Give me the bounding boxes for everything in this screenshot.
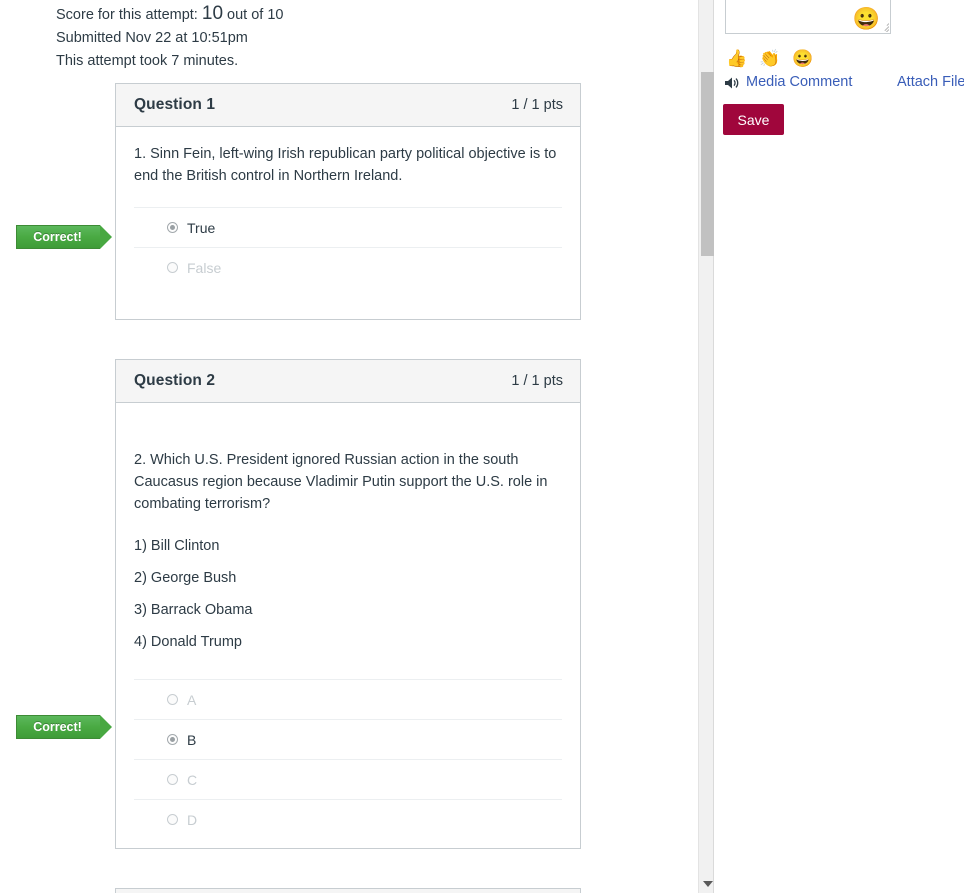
score-prefix: Score for this attempt: xyxy=(56,7,198,23)
radio-button-icon[interactable] xyxy=(167,774,178,785)
answer-label: True xyxy=(187,219,216,236)
radio-button-icon[interactable] xyxy=(167,734,178,745)
question-header: Question 1 1 / 1 pts xyxy=(116,84,580,127)
question-header xyxy=(116,889,580,893)
question-points: 1 / 1 pts xyxy=(511,373,563,389)
correct-badge: Correct! xyxy=(16,715,112,739)
radio-button-icon[interactable] xyxy=(167,262,178,273)
radio-button-icon[interactable] xyxy=(167,694,178,705)
choice-line: 1) Bill Clinton xyxy=(134,538,220,554)
quiz-scrollbar[interactable] xyxy=(698,0,714,893)
thumbs-up-emoji-icon[interactable]: 👍 xyxy=(726,50,747,67)
correct-badge-body: Correct! xyxy=(16,715,100,739)
answer-label: C xyxy=(187,771,198,788)
score-value: 10 xyxy=(201,3,224,24)
answer-option[interactable]: A xyxy=(134,679,562,719)
question-title: Question 1 xyxy=(134,96,216,113)
correct-badge-arrow-icon xyxy=(100,715,112,739)
answer-label: D xyxy=(187,811,198,828)
answer-label: False xyxy=(187,259,222,276)
answer-option[interactable]: D xyxy=(134,799,562,839)
answer-list: A B C D xyxy=(134,679,562,839)
grin-emoji-icon: 😀 xyxy=(852,6,880,31)
clap-emoji-icon[interactable]: 👏 xyxy=(759,50,780,67)
media-comment-link[interactable]: Media Comment xyxy=(746,74,852,90)
scroll-down-arrow-icon[interactable] xyxy=(703,881,713,887)
question-text: 2. Which U.S. President ignored Russian … xyxy=(134,452,548,512)
save-button[interactable]: Save xyxy=(723,104,784,135)
answer-option[interactable]: C xyxy=(134,759,562,799)
correct-badge-body: Correct! xyxy=(16,225,100,249)
answer-label: B xyxy=(187,731,197,748)
correct-badge-label: Correct! xyxy=(33,720,82,734)
question-title: Question 2 xyxy=(134,372,216,389)
question-text: 1. Sinn Fein, left-wing Irish republican… xyxy=(134,146,557,184)
comment-pane: 😀 👍 👏 😀 Media Comment Attach File Save xyxy=(716,0,964,893)
choice-line: 3) Barrack Obama xyxy=(134,602,253,618)
duration-line: This attempt took 7 minutes. xyxy=(56,53,239,69)
media-attachment-row: Media Comment Attach File xyxy=(724,74,964,94)
question-header: Question 2 1 / 1 pts xyxy=(116,360,580,403)
radio-button-icon[interactable] xyxy=(167,814,178,825)
choice-line: 2) George Bush xyxy=(134,570,237,586)
quiz-results-pane: Score for this attempt: 10 out of 10 Sub… xyxy=(0,0,700,893)
correct-badge: Correct! xyxy=(16,225,112,249)
score-line: Score for this attempt: 10 out of 10 xyxy=(56,4,616,27)
attach-file-link[interactable]: Attach File xyxy=(897,74,964,90)
emoji-reaction-row: 👍 👏 😀 xyxy=(726,50,814,67)
speaker-icon xyxy=(725,77,739,89)
textarea-resize-grip[interactable] xyxy=(878,21,889,32)
answer-option[interactable]: B xyxy=(134,719,562,759)
answer-option[interactable]: True xyxy=(134,207,562,247)
attempt-summary: Score for this attempt: 10 out of 10 Sub… xyxy=(56,4,616,73)
question-box: Question 1 1 / 1 pts 1. Sinn Fein, left-… xyxy=(115,83,581,320)
correct-badge-label: Correct! xyxy=(33,230,82,244)
answer-label: A xyxy=(187,691,197,708)
comment-textarea-wrapper[interactable]: 😀 xyxy=(725,0,891,34)
question-box: Question 2 1 / 1 pts 2. Which U.S. Presi… xyxy=(115,359,581,849)
radio-button-icon[interactable] xyxy=(167,222,178,233)
choice-line: 4) Donald Trump xyxy=(134,634,242,650)
question-points: 1 / 1 pts xyxy=(511,97,563,113)
answer-option[interactable]: False xyxy=(134,247,562,287)
score-suffix: out of 10 xyxy=(227,7,284,23)
grin-emoji-icon[interactable]: 😀 xyxy=(792,50,813,67)
answer-list: True False xyxy=(134,207,562,287)
question-box xyxy=(115,888,581,893)
scrollbar-thumb[interactable] xyxy=(701,72,714,256)
submitted-line: Submitted Nov 22 at 10:51pm xyxy=(56,30,248,46)
question-body: 1. Sinn Fein, left-wing Irish republican… xyxy=(116,127,580,287)
correct-badge-arrow-icon xyxy=(100,225,112,249)
question-body: 2. Which U.S. President ignored Russian … xyxy=(116,403,580,839)
